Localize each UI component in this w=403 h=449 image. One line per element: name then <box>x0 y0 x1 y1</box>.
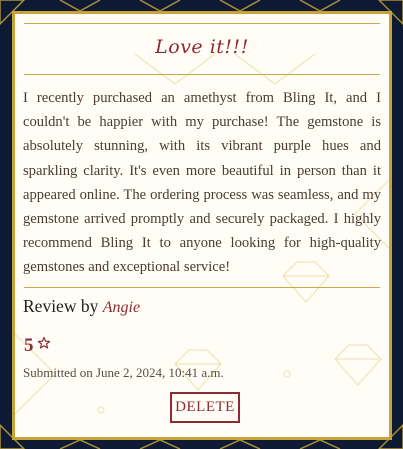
review-card: Love it!!! I recently purchased an ameth… <box>12 11 392 440</box>
body-divider <box>24 287 380 288</box>
star-outline-icon <box>37 336 50 349</box>
review-title: Love it!!! <box>155 36 249 58</box>
review-by-label: Review by <box>23 296 99 316</box>
reviewer-name: Angie <box>102 299 141 316</box>
rating-value: 5 <box>24 335 34 356</box>
review-rating: 5 <box>24 335 51 357</box>
review-body: I recently purchased an amethyst from Bl… <box>23 90 381 276</box>
title-top-divider <box>24 23 380 24</box>
review-author-line: Review by Angie <box>23 296 140 317</box>
delete-review-button[interactable]: DELETE <box>170 392 240 423</box>
title-bottom-divider <box>24 74 380 75</box>
submitted-timestamp: Submitted on June 2, 2024, 10:41 a.m. <box>23 365 224 380</box>
